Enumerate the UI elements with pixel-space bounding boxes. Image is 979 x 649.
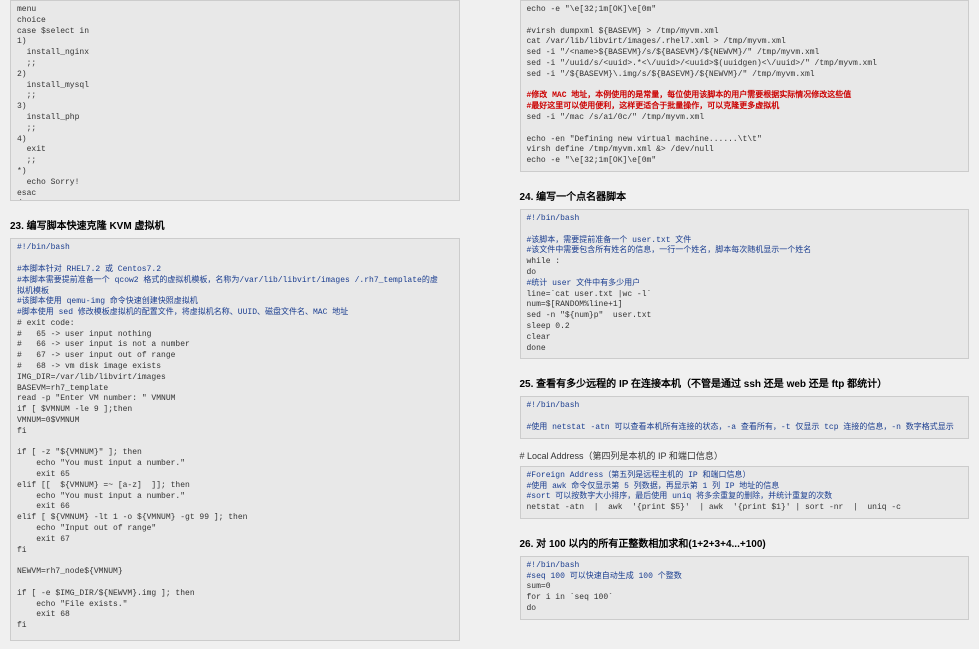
code-body: sum=0 for i in `seq 100` do [527, 582, 613, 613]
comment-line: #该脚本使用 qemu-img 命令快速创建快照虚拟机 [17, 297, 198, 306]
comment-line: #本脚本需要提前准备一个 qcow2 格式的虚拟机模板，名称为/var/lib/… [17, 276, 438, 285]
left-column: menu choice case $select in 1) install_n… [10, 0, 460, 649]
comment-line: #Foreign Address（第五列是远程主机的 IP 和端口信息） [527, 471, 751, 480]
comment-line: 拟机模板 [17, 287, 49, 296]
comment-red: #最好这里可以使用便利，这样更适合于批量操作，可以克隆更多虚拟机 [527, 102, 780, 111]
shebang: #!/bin/bash [527, 561, 580, 570]
code-block-24: #!/bin/bash #该脚本，需要提前准备一个 user.txt 文件 #该… [520, 209, 970, 359]
comment-line: #使用 netstat -atn 可以查看本机所有连接的状态，-a 查看所有，-… [527, 423, 954, 432]
comment-red: #修改 MAC 地址，本例使用的是常量，每位使用该脚本的用户需要根据实际情况修改… [527, 91, 852, 100]
page-container: menu choice case $select in 1) install_n… [0, 0, 979, 649]
comment-line: #本脚本针对 RHEL7.2 或 Centos7.2 [17, 265, 161, 274]
comment-line: #统计 user 文件中有多少用户 [527, 279, 641, 288]
comment-line: #seq 100 可以快速自动生成 100 个整数 [527, 572, 682, 581]
code-block-25a: #!/bin/bash #使用 netstat -atn 可以查看本机所有连接的… [520, 396, 970, 438]
code-body: netstat -atn | awk '{print $5}' | awk '{… [527, 503, 901, 512]
shebang: #!/bin/bash [527, 401, 580, 410]
comment-line: #sort 可以按数字大小排序，最后使用 uniq 将多余重复的删除，并统计重复… [527, 492, 833, 501]
code-body: line=`cat user.txt |wc -l` num=$[RANDOM%… [527, 290, 652, 353]
comment-line: #脚本使用 sed 修改模板虚拟机的配置文件，将虚拟机名称、UUID、磁盘文件名… [17, 308, 348, 317]
code-body: echo -e "\e[32;1m[OK]\e[0m" #virsh dumpx… [527, 5, 877, 79]
code-body: IMG_DIR=/var/lib/libvirt/images BASEVM=r… [17, 373, 430, 641]
right-column: echo -e "\e[32;1m[OK]\e[0m" #virsh dumpx… [520, 0, 970, 649]
code-block-23: #!/bin/bash #本脚本针对 RHEL7.2 或 Centos7.2 #… [10, 238, 460, 641]
heading-26: 26. 对 100 以内的所有正整数相加求和(1+2+3+4...+100) [520, 535, 970, 550]
comment-line: #该脚本，需要提前准备一个 user.txt 文件 [527, 236, 692, 245]
comment-line: #使用 awk 命令仅显示第 5 列数据，再显示第 1 列 IP 地址的信息 [527, 482, 780, 491]
comment-line: #该文件中需要包含所有姓名的信息，一行一个姓名，脚本每次随机显示一个姓名 [527, 246, 812, 255]
code-block-menu: menu choice case $select in 1) install_n… [10, 0, 460, 201]
code-block-26: #!/bin/bash #seq 100 可以快速自动生成 100 个整数 su… [520, 556, 970, 620]
code-block-25b: #Foreign Address（第五列是远程主机的 IP 和端口信息） #使用… [520, 466, 970, 519]
shebang: #!/bin/bash [17, 243, 70, 252]
code-body: sed -i "/mac /s/a1/0c/" /tmp/myvm.xml ec… [527, 113, 762, 165]
heading-24: 24. 编写一个点名器脚本 [520, 188, 970, 203]
code-block-top: echo -e "\e[32;1m[OK]\e[0m" #virsh dumpx… [520, 0, 970, 172]
heading-23: 23. 编写脚本快速克隆 KVM 虚拟机 [10, 217, 460, 232]
exit-codes: # exit code: # 65 -> user input nothing … [17, 319, 190, 371]
code-body: while : do [527, 257, 561, 277]
shebang: #!/bin/bash [527, 214, 580, 223]
heading-25: 25. 查看有多少远程的 IP 在连接本机（不管是通过 ssh 还是 web 还… [520, 375, 970, 390]
local-address-text: # Local Address（第四列是本机的 IP 和端口信息） [520, 449, 970, 462]
